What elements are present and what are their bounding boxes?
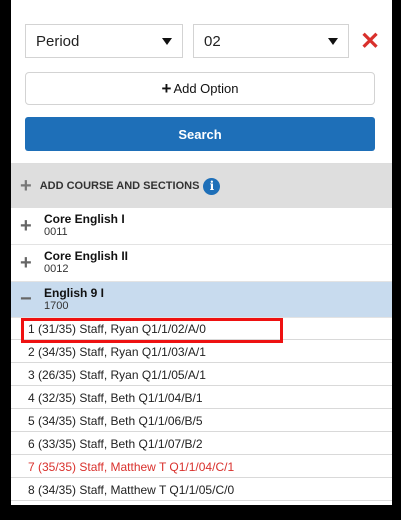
- section-row[interactable]: 1 (31/35) Staff, Ryan Q1/1/02/A/0: [11, 318, 392, 340]
- course-number: 0012: [44, 263, 69, 275]
- plus-icon: +: [161, 79, 172, 98]
- add-course-header[interactable]: + ADD COURSE AND SECTIONS i: [11, 164, 392, 208]
- field-select[interactable]: Period: [25, 24, 183, 58]
- minus-icon[interactable]: −: [20, 288, 44, 311]
- course-name: Core English II: [44, 249, 129, 263]
- section-row[interactable]: 5 (34/35) Staff, Beth Q1/1/06/B/5: [11, 410, 392, 432]
- course-section-panel: Period 02 ✕ + Add Option Search + ADD CO…: [11, 0, 392, 505]
- section-row-full[interactable]: 7 (35/35) Staff, Matthew T Q1/1/04/C/1: [11, 456, 392, 478]
- course-row[interactable]: + Core English II 0012: [11, 245, 392, 282]
- search-button[interactable]: Search: [25, 117, 375, 151]
- course-row-selected[interactable]: − English 9 I 1700: [11, 282, 392, 318]
- plus-icon[interactable]: +: [20, 215, 44, 238]
- section-row[interactable]: 6 (33/35) Staff, Beth Q1/1/07/B/2: [11, 433, 392, 455]
- add-option-button[interactable]: + Add Option: [25, 72, 375, 105]
- course-number: 1700: [44, 299, 69, 312]
- chevron-down-icon: [328, 37, 338, 45]
- close-icon[interactable]: ✕: [358, 24, 382, 58]
- course-name: English 9 I: [44, 285, 105, 300]
- add-option-label: Add Option: [173, 81, 239, 96]
- section-row[interactable]: 8 (34/35) Staff, Matthew T Q1/1/05/C/0: [11, 479, 392, 501]
- add-course-label: ADD COURSE AND SECTIONS: [39, 180, 200, 192]
- chevron-down-icon: [162, 37, 172, 45]
- section-row[interactable]: 2 (34/35) Staff, Ryan Q1/1/03/A/1: [11, 341, 392, 363]
- plus-icon: +: [20, 174, 32, 197]
- period-select-value: 02: [204, 32, 221, 50]
- section-row[interactable]: 3 (26/35) Staff, Ryan Q1/1/05/A/1: [11, 364, 392, 386]
- field-select-value: Period: [36, 32, 80, 50]
- course-row[interactable]: + Core English I 0011: [11, 208, 392, 245]
- plus-icon[interactable]: +: [20, 252, 44, 275]
- section-row[interactable]: 4 (32/35) Staff, Beth Q1/1/04/B/1: [11, 387, 392, 409]
- period-select[interactable]: 02: [193, 24, 349, 58]
- course-name: Core English I: [44, 212, 125, 226]
- filter-row: Period 02 ✕: [25, 24, 392, 58]
- info-icon[interactable]: i: [203, 177, 221, 195]
- course-number: 0011: [44, 226, 68, 238]
